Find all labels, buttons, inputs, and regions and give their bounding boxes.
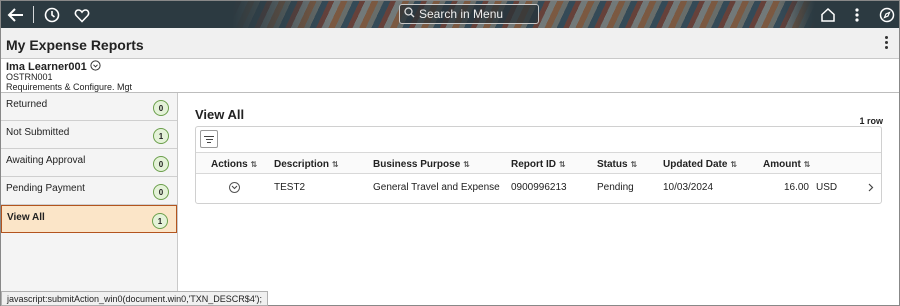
favorites-heart-icon[interactable] xyxy=(72,5,92,25)
column-header-actions[interactable]: Actions ⇅ xyxy=(211,153,257,175)
page-header: My Expense Reports xyxy=(1,28,899,59)
sidebar-item-pending-payment[interactable]: Pending Payment 0 xyxy=(1,177,177,205)
count-badge: 0 xyxy=(153,100,169,116)
grid-header-row: Actions ⇅ Description ⇅ Business Purpose ⇅ … xyxy=(196,152,881,174)
sidebar-item-returned[interactable]: Returned 0 xyxy=(1,93,177,121)
top-navigation-bar: Search in Menu xyxy=(1,1,899,28)
cell-amount: 16.00 xyxy=(783,181,809,193)
row-count: 1 row xyxy=(859,116,883,126)
report-status-sidebar: Returned 0 Not Submitted 1 Awaiting Appr… xyxy=(1,93,178,291)
sidebar-item-label: Returned xyxy=(6,99,48,110)
count-badge: 1 xyxy=(153,128,169,144)
page-actions-menu-icon[interactable] xyxy=(883,36,889,49)
search-icon xyxy=(404,7,415,21)
table-row[interactable]: TEST2 General Travel and Expense 0900996… xyxy=(196,174,881,200)
cell-updated-date: 10/03/2024 xyxy=(663,181,714,193)
search-placeholder: Search in Menu xyxy=(419,7,504,21)
count-badge: 1 xyxy=(152,213,168,229)
column-header-report-id[interactable]: Report ID ⇅ xyxy=(511,153,566,175)
column-header-status[interactable]: Status ⇅ xyxy=(597,153,637,175)
sidebar-item-label: Not Submitted xyxy=(6,127,70,138)
employee-info: Ima Learner001 OSTRN001 Requirements & C… xyxy=(1,59,899,93)
chevron-right-icon[interactable] xyxy=(868,174,874,200)
chevron-down-icon xyxy=(229,181,240,193)
sidebar-item-awaiting-approval[interactable]: Awaiting Approval 0 xyxy=(1,149,177,177)
count-badge: 0 xyxy=(153,184,169,200)
sidebar-item-view-all[interactable]: View All 1 xyxy=(1,205,177,233)
row-actions-button[interactable] xyxy=(229,174,240,200)
filter-icon[interactable] xyxy=(200,130,218,148)
home-icon[interactable] xyxy=(818,5,838,25)
employee-department: Requirements & Configure. Mgt xyxy=(6,82,133,92)
cell-status: Pending xyxy=(597,181,634,193)
column-header-amount[interactable]: Amount ⇅ xyxy=(763,153,810,175)
column-header-business-purpose[interactable]: Business Purpose ⇅ xyxy=(373,153,470,175)
divider xyxy=(33,6,34,23)
count-badge: 0 xyxy=(153,156,169,172)
sort-icon: ⇅ xyxy=(332,159,339,169)
page-title: My Expense Reports xyxy=(6,37,144,53)
employee-id: OSTRN001 xyxy=(6,72,53,82)
sort-icon: ⇅ xyxy=(630,159,638,169)
cell-business-purpose: General Travel and Expense xyxy=(373,181,500,193)
sidebar-item-label: Pending Payment xyxy=(6,183,85,194)
navbar-compass-icon[interactable] xyxy=(877,5,897,25)
search-menu-input[interactable]: Search in Menu xyxy=(399,4,539,24)
sort-icon: ⇅ xyxy=(250,159,258,169)
sidebar-item-not-submitted[interactable]: Not Submitted 1 xyxy=(1,121,177,149)
browser-status-bar: javascript:submitAction_win0(document.wi… xyxy=(1,291,269,306)
column-header-updated-date[interactable]: Updated Date ⇅ xyxy=(663,153,737,175)
chevron-down-icon[interactable] xyxy=(90,60,101,74)
sidebar-item-label: Awaiting Approval xyxy=(6,155,86,166)
sort-icon: ⇅ xyxy=(559,159,566,169)
more-vertical-icon[interactable] xyxy=(847,5,867,25)
sort-icon: ⇅ xyxy=(463,159,470,169)
history-clock-icon[interactable] xyxy=(42,5,62,25)
sidebar-item-label: View All xyxy=(7,212,45,223)
column-header-description[interactable]: Description ⇅ xyxy=(274,153,339,175)
cell-currency: USD xyxy=(816,181,838,193)
main-content: View All 1 row Actions ⇅ Description ⇅ Bus… xyxy=(179,93,899,291)
cell-report-id: 0900996213 xyxy=(511,181,567,193)
back-arrow-icon[interactable] xyxy=(6,5,26,25)
cell-description[interactable]: TEST2 xyxy=(274,174,305,200)
expense-reports-grid: Actions ⇅ Description ⇅ Business Purpose ⇅ … xyxy=(195,126,882,204)
sort-icon: ⇅ xyxy=(730,159,738,169)
sort-icon: ⇅ xyxy=(803,159,811,169)
section-title: View All xyxy=(195,107,245,122)
